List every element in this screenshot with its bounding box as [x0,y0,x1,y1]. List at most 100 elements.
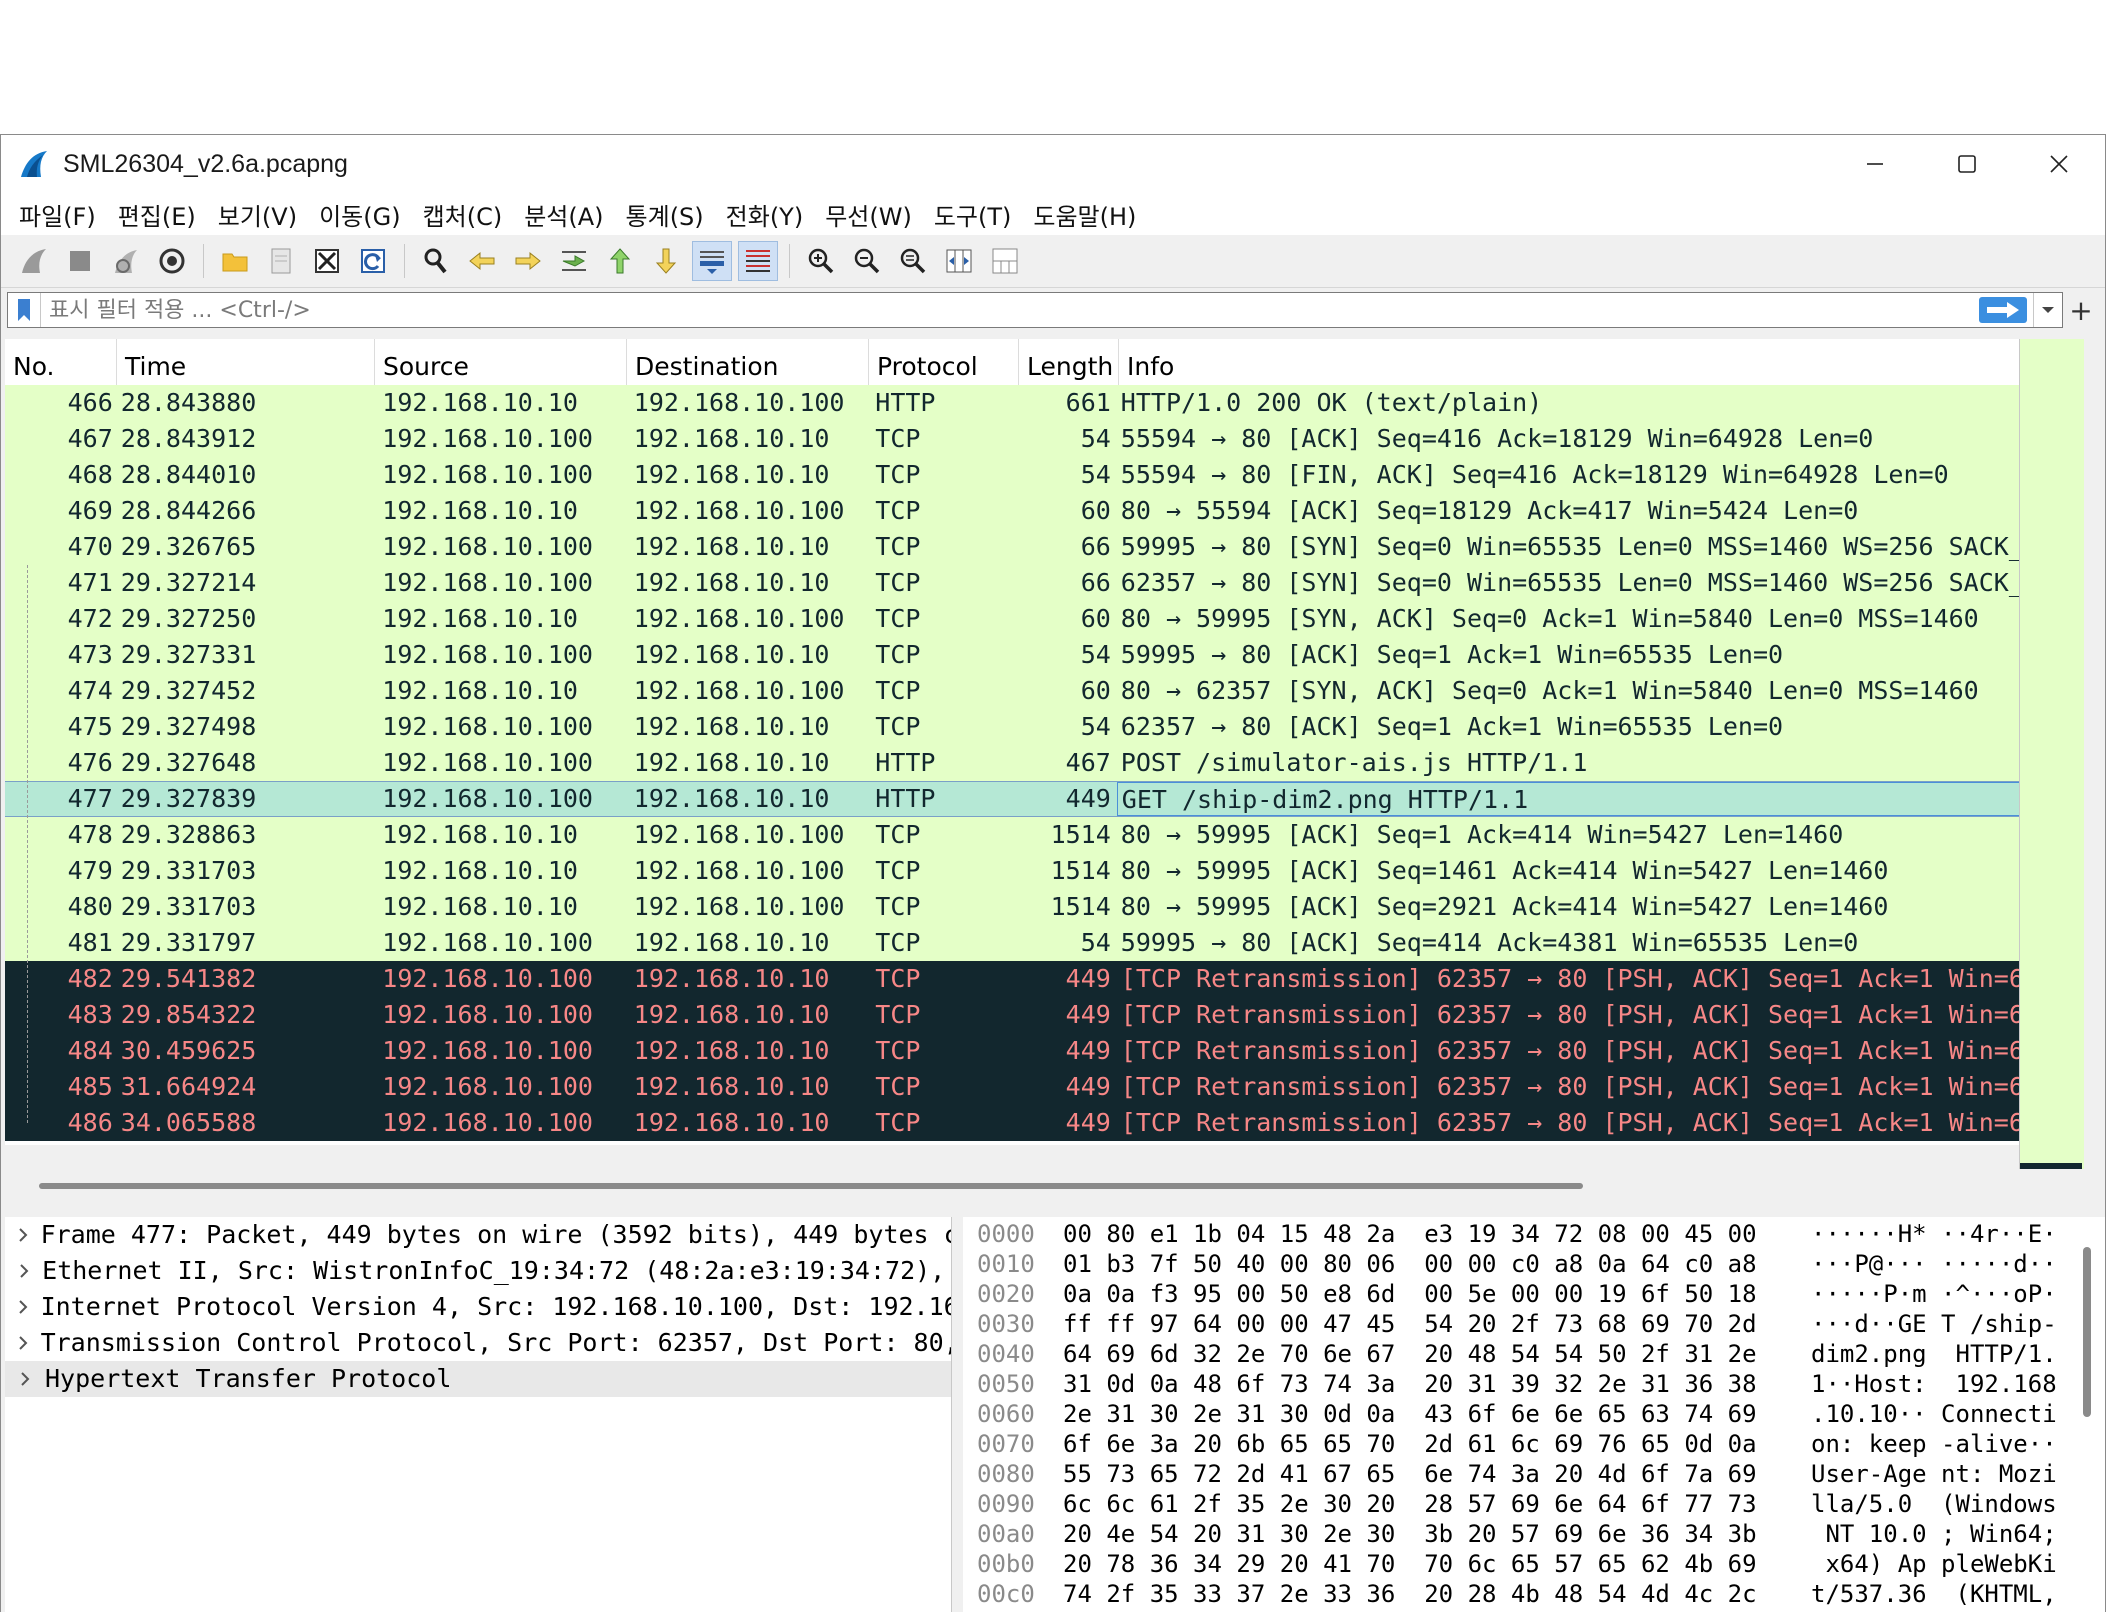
byte-ascii[interactable]: ······H* ··4r··E· [1811,1219,2077,1249]
auto-scroll-button[interactable] [692,241,732,281]
byte-ascii[interactable]: 1··Host: 192.168 [1811,1369,2077,1399]
packet-row[interactable]: 485 31.664924 192.168.10.100 192.168.10.10 T… [5,1069,2021,1105]
byte-ascii[interactable]: x64) Ap pleWebKi [1811,1549,2077,1579]
byte-hex[interactable]: 20 78 36 34 29 20 41 70 70 6c 65 57 65 6… [1063,1549,1811,1579]
zoom-out-button[interactable] [847,241,887,281]
packet-row[interactable]: 484 30.459625 192.168.10.100 192.168.10.10 T… [5,1033,2021,1069]
close-file-button[interactable] [307,241,347,281]
packet-row[interactable]: 479 29.331703 192.168.10.10 192.168.10.100 T… [5,853,2021,889]
byte-ascii[interactable]: lla/5.0 (Windows [1811,1489,2077,1519]
packet-list-hscrollbar[interactable] [1,1169,2105,1209]
byte-hex[interactable]: ff ff 97 64 00 00 47 45 54 20 2f 73 68 6… [1063,1309,1811,1339]
menu-help[interactable]: 도움말(H) [1033,197,1136,232]
chevron-right-icon[interactable] [5,1325,41,1361]
column-header-protocol[interactable]: Protocol [869,339,1019,385]
filter-history-dropdown[interactable] [2033,293,2062,327]
packet-row[interactable]: 472 29.327250 192.168.10.10 192.168.10.100 T… [5,601,2021,637]
byte-hex[interactable]: 20 4e 54 20 31 30 2e 30 3b 20 57 69 6e 3… [1063,1519,1811,1549]
restart-capture-button[interactable] [106,241,146,281]
maximize-button[interactable] [1921,135,2013,193]
packet-row[interactable]: 467 28.843912 192.168.10.100 192.168.10.10 T… [5,421,2021,457]
byte-ascii[interactable]: ···d··GE T /ship- [1811,1309,2077,1339]
packet-row[interactable]: 473 29.327331 192.168.10.100 192.168.10.10 T… [5,637,2021,673]
packet-row[interactable]: 486 34.065588 192.168.10.100 192.168.10.10 T… [5,1105,2021,1141]
go-first-button[interactable] [600,241,640,281]
close-button[interactable] [2013,135,2105,193]
packet-row[interactable]: 469 28.844266 192.168.10.10 192.168.10.100 T… [5,493,2021,529]
byte-hex[interactable]: 6f 6e 3a 20 6b 65 65 70 2d 61 6c 69 76 6… [1063,1429,1811,1459]
packet-row[interactable]: 474 29.327452 192.168.10.10 192.168.10.100 T… [5,673,2021,709]
byte-hex[interactable]: 2e 31 30 2e 31 30 0d 0a 43 6f 6e 6e 65 6… [1063,1399,1811,1429]
detail-tree-item[interactable]: Frame 477: Packet, 449 bytes on wire (35… [5,1217,951,1253]
colorize-button[interactable] [738,241,778,281]
chevron-right-icon[interactable] [5,1361,45,1397]
column-header-length[interactable]: Length [1019,339,1119,385]
add-filter-button[interactable]: + [2063,294,2099,327]
column-header-destination[interactable]: Destination [627,339,869,385]
byte-ascii[interactable]: ·····P·m ·^···oP· [1811,1279,2077,1309]
reload-file-button[interactable] [353,241,393,281]
byte-hex[interactable]: 00 80 e1 1b 04 15 48 2a e3 19 34 72 08 0… [1063,1219,1811,1249]
go-to-packet-button[interactable] [554,241,594,281]
go-forward-button[interactable] [508,241,548,281]
packet-row[interactable]: 471 29.327214 192.168.10.100 192.168.10.10 T… [5,565,2021,601]
packet-row[interactable]: 482 29.541382 192.168.10.100 192.168.10.10 T… [5,961,2021,997]
packet-row[interactable]: 480 29.331703 192.168.10.10 192.168.10.100 T… [5,889,2021,925]
menu-go[interactable]: 이동(G) [319,197,400,232]
packet-row[interactable]: 475 29.327498 192.168.10.100 192.168.10.10 T… [5,709,2021,745]
byte-hex[interactable]: 74 2f 35 33 37 2e 33 36 20 28 4b 48 54 4… [1063,1579,1811,1609]
byte-ascii[interactable]: t/537.36 (KHTML, [1811,1579,2077,1609]
minimize-button[interactable] [1829,135,1921,193]
column-header-info[interactable]: Info [1119,339,2021,385]
byte-ascii[interactable]: on: keep -alive·· [1811,1429,2077,1459]
byte-hex[interactable]: 64 69 6d 32 2e 70 6e 67 20 48 54 54 50 2… [1063,1339,1811,1369]
bytes-scrollbar[interactable] [2083,1247,2091,1417]
title-bar[interactable]: SML26304_v2.6a.pcapng [1,135,2105,193]
byte-ascii[interactable]: .10.10·· Connecti [1811,1399,2077,1429]
layout-button[interactable] [985,241,1025,281]
detail-tree-item[interactable]: Transmission Control Protocol, Src Port:… [5,1325,951,1361]
byte-hex[interactable]: 0a 0a f3 95 00 50 e8 6d 00 5e 00 00 19 6… [1063,1279,1811,1309]
chevron-right-icon[interactable] [5,1217,41,1253]
byte-hex[interactable]: 6c 6c 61 2f 35 2e 30 20 28 57 69 6e 64 6… [1063,1489,1811,1519]
packet-row[interactable]: 483 29.854322 192.168.10.100 192.168.10.10 T… [5,997,2021,1033]
menu-analyze[interactable]: 분석(A) [524,197,603,232]
byte-hex[interactable]: 31 0d 0a 48 6f 73 74 3a 20 31 39 32 2e 3… [1063,1369,1811,1399]
display-filter-input[interactable] [41,296,1979,324]
packet-list-scrollbar[interactable] [2085,339,2105,1169]
menu-statistics[interactable]: 통계(S) [626,197,704,232]
byte-ascii[interactable]: User-Age nt: Mozi [1811,1459,2077,1489]
save-file-button[interactable] [261,241,301,281]
find-packet-button[interactable] [416,241,456,281]
packet-row[interactable]: 476 29.327648 192.168.10.100 192.168.10.10 H… [5,745,2021,781]
packet-row[interactable]: 481 29.331797 192.168.10.100 192.168.10.10 T… [5,925,2021,961]
detail-tree-item[interactable]: Hypertext Transfer Protocol [5,1361,951,1397]
capture-options-button[interactable] [152,241,192,281]
open-file-button[interactable] [215,241,255,281]
menu-file[interactable]: 파일(F) [19,197,96,232]
menu-telephony[interactable]: 전화(Y) [726,197,804,232]
hscroll-thumb[interactable] [39,1183,1583,1189]
packet-minimap[interactable] [2019,339,2084,1169]
byte-hex[interactable]: 55 73 65 72 2d 41 67 65 6e 74 3a 20 4d 6… [1063,1459,1811,1489]
byte-ascii[interactable]: dim2.png HTTP/1. [1811,1339,2077,1369]
normal-size-button[interactable] [893,241,933,281]
go-last-button[interactable] [646,241,686,281]
byte-hex[interactable]: 01 b3 7f 50 40 00 80 06 00 00 c0 a8 0a 6… [1063,1249,1811,1279]
chevron-right-icon[interactable] [5,1289,41,1325]
byte-ascii[interactable]: NT 10.0 ; Win64; [1811,1519,2077,1549]
menu-tools[interactable]: 도구(T) [934,197,1012,232]
byte-ascii[interactable]: ···P@··· ·····d·· [1811,1249,2077,1279]
stop-capture-button[interactable] [60,241,100,281]
detail-tree-item[interactable]: Internet Protocol Version 4, Src: 192.16… [5,1289,951,1325]
packet-row[interactable]: 477 29.327839 192.168.10.100 192.168.10.10 H… [5,781,2021,817]
apply-filter-button[interactable] [1979,297,2027,323]
detail-tree-item[interactable]: Ethernet II, Src: WistronInfoC_19:34:72 … [5,1253,951,1289]
zoom-in-button[interactable] [801,241,841,281]
packet-row[interactable]: 468 28.844010 192.168.10.100 192.168.10.10 T… [5,457,2021,493]
packet-row[interactable]: 478 29.328863 192.168.10.10 192.168.10.100 T… [5,817,2021,853]
menu-wireless[interactable]: 무선(W) [825,197,912,232]
start-capture-button[interactable] [14,241,54,281]
packet-row[interactable]: 466 28.843880 192.168.10.10 192.168.10.100 H… [5,385,2021,421]
column-header-no[interactable]: No. [5,339,117,385]
